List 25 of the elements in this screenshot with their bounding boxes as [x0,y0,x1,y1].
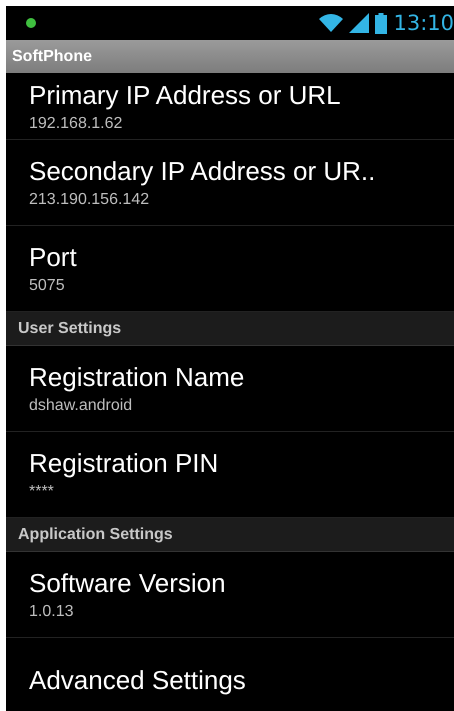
preference-item[interactable]: Software Version 1.0.13 [6,552,454,638]
clock-time: 13:10 [393,11,454,35]
preference-summary: 1.0.13 [29,603,74,621]
section-header: User Settings [6,312,454,346]
preference-summary: 213.190.156.142 [29,191,150,209]
preference-title: Advanced Settings [29,665,247,696]
preference-summary: 5075 [29,277,66,295]
preference-title: Primary IP Address or URL [29,80,342,110]
preference-summary: 192.168.1.62 [29,114,124,132]
preference-summary: dshaw.android [29,397,134,415]
preference-summary: **** [29,483,55,501]
battery-icon [375,12,388,34]
signal-icon [349,13,370,33]
preference-item[interactable]: Registration Name dshaw.android [6,346,454,432]
app-title: SoftPhone [12,48,92,66]
preference-title: Registration PIN [29,448,220,479]
preference-title: Software Version [29,568,227,599]
preference-title: Secondary IP Address or UR.. [29,156,376,187]
preference-title: Registration Name [29,362,246,393]
wifi-icon [319,14,344,32]
preference-item[interactable]: Secondary IP Address or UR.. 213.190.156.142 [6,140,454,226]
section-header: Application Settings [6,518,454,552]
preference-item[interactable]: Primary IP Address or URL 192.168.1.62 [6,73,454,140]
preference-item[interactable]: Advanced Settings [6,638,454,711]
preference-title: Port [29,242,78,273]
